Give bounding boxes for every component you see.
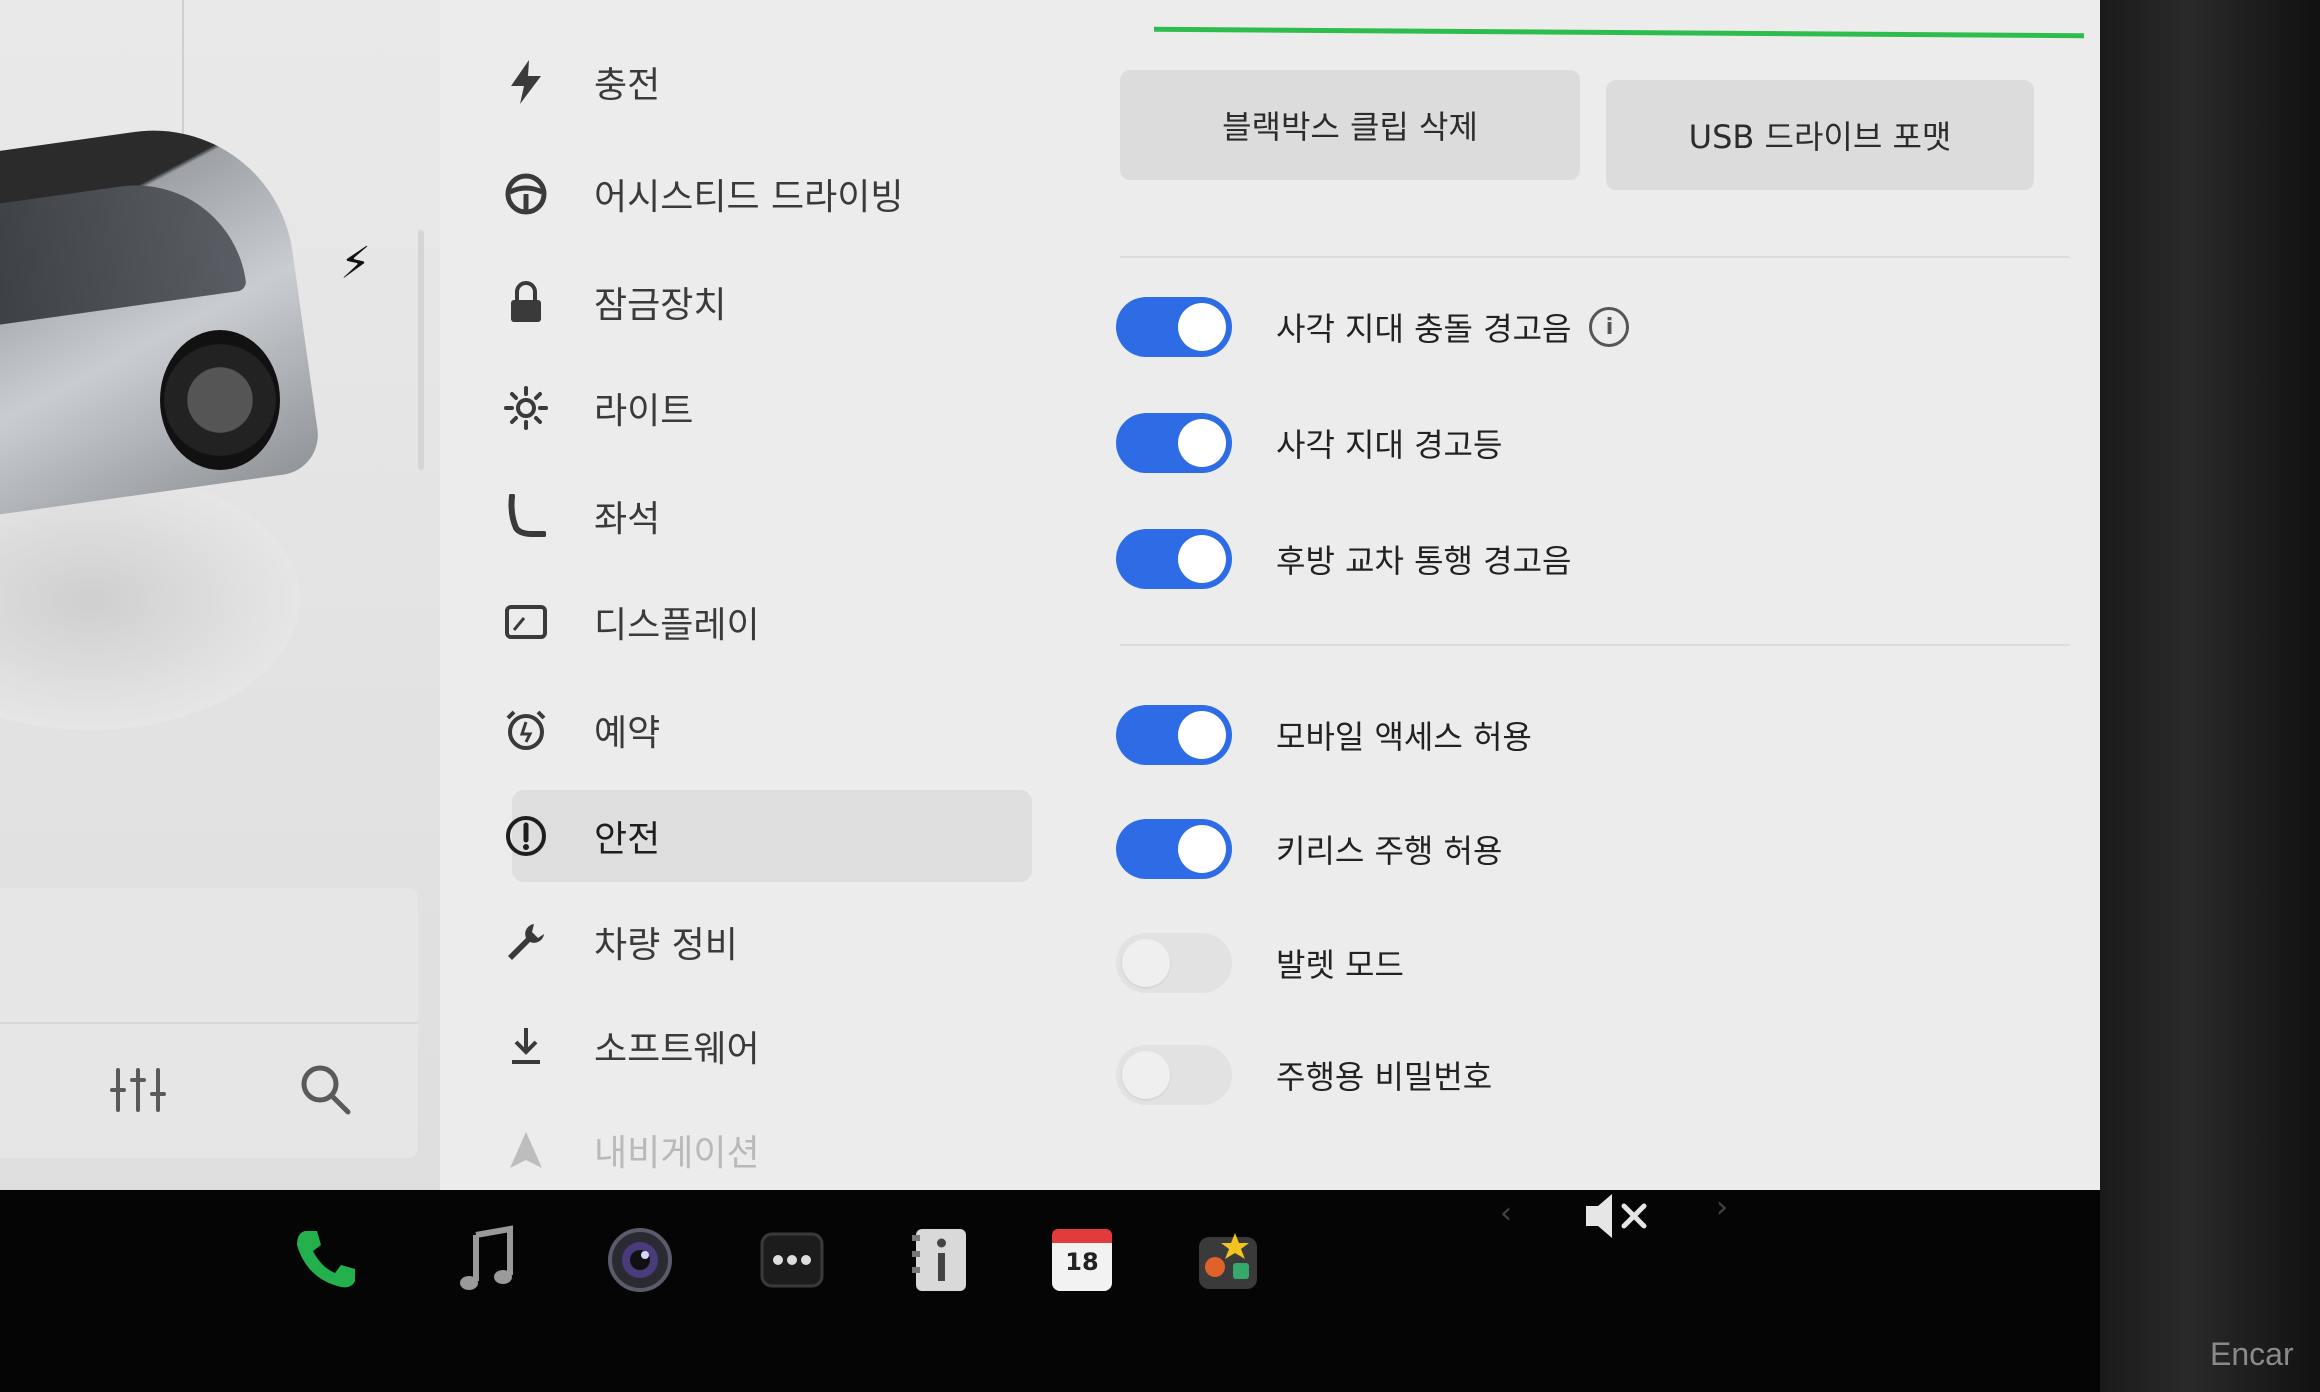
charging-bolt-icon[interactable]: ⚡︎ — [340, 238, 371, 289]
setting-blind-spot-chime: 사각 지대 충돌 경고음 i — [1116, 292, 1630, 362]
display-icon — [498, 594, 554, 650]
calendar-icon[interactable]: 18 — [1042, 1220, 1122, 1300]
alarm-clock-icon — [498, 702, 554, 758]
menu-item-safety[interactable]: 안전 — [506, 790, 1032, 882]
setting-blind-spot-light: 사각 지대 경고등 — [1116, 408, 1502, 478]
setting-label: 모바일 액세스 허용 — [1276, 718, 1532, 756]
sliders-icon[interactable] — [108, 1060, 168, 1120]
seat-icon — [498, 488, 554, 544]
display-bezel — [2100, 0, 2320, 1392]
menu-item-label: 안전 — [594, 819, 661, 860]
setting-keyless-driving: 키리스 주행 허용 — [1116, 814, 1502, 884]
setting-label: 사각 지대 경고등 — [1276, 426, 1503, 464]
panel-divider — [182, 0, 184, 150]
steering-wheel-icon — [498, 166, 554, 222]
charge-progress-line — [1153, 26, 2085, 39]
setting-mobile-access: 모바일 액세스 허용 — [1116, 700, 1532, 770]
format-usb-drive-button[interactable]: USB 드라이브 포맷 — [1606, 80, 2034, 190]
car-wheel — [160, 330, 280, 470]
pin-to-drive-toggle[interactable] — [1116, 1045, 1232, 1105]
safety-settings-pane: 블랙박스 클립 삭제 USB 드라이브 포맷 사각 지대 충돌 경고음 i 사각… — [1090, 0, 2100, 1190]
download-icon — [498, 1018, 554, 1074]
menu-item-label: 어시스티드 드라이빙 — [594, 177, 904, 218]
car-shadow — [0, 470, 300, 730]
car-panel-scrollbar[interactable] — [418, 230, 424, 470]
menu-item-navigation[interactable]: 내비게이션 — [510, 1104, 1032, 1190]
chevron-left-icon[interactable]: ‹ — [1500, 1196, 1512, 1231]
menu-item-service[interactable]: 차량 정비 — [508, 896, 1032, 988]
wrench-icon — [498, 914, 554, 970]
setting-pin-to-drive: 주행용 비밀번호 — [1116, 1040, 1492, 1110]
menu-item-charging[interactable]: 충전 — [511, 36, 1032, 128]
setting-label: 키리스 주행 허용 — [1276, 832, 1503, 870]
setting-label: 발렛 모드 — [1276, 946, 1404, 984]
car-image[interactable] — [0, 112, 324, 528]
sun-icon — [498, 380, 554, 436]
music-icon[interactable] — [446, 1220, 526, 1300]
owners-manual-icon[interactable] — [900, 1220, 980, 1300]
calendar-day: 18 — [1065, 1248, 1099, 1276]
menu-item-assisted-driving[interactable]: 어시스티드 드라이빙 — [505, 148, 1032, 240]
valet-mode-toggle[interactable] — [1116, 933, 1232, 993]
lock-icon — [498, 274, 554, 330]
alert-circle-icon — [498, 808, 554, 864]
keyless-driving-toggle[interactable] — [1116, 819, 1232, 879]
mobile-access-toggle[interactable] — [1116, 705, 1232, 765]
games-icon[interactable] — [1188, 1220, 1268, 1300]
setting-rear-cross-traffic: 후방 교차 통행 경고음 — [1116, 524, 1571, 594]
navigation-icon — [498, 1122, 554, 1178]
car-panel: ⚡︎ — [0, 0, 440, 1190]
menu-item-label: 예약 — [594, 713, 661, 754]
info-icon[interactable]: i — [1589, 307, 1630, 347]
settings-menu: 충전 어시스티드 드라이빙 잠금장치 라이트 좌석 디스플레이 예약 안전 차량… — [448, 0, 1068, 1190]
menu-item-lights[interactable]: 라이트 — [504, 362, 1032, 454]
menu-item-label: 잠금장치 — [594, 285, 727, 326]
chevron-right-icon[interactable]: › — [1716, 1190, 1728, 1225]
setting-label: 사각 지대 충돌 경고음 — [1276, 310, 1572, 348]
card-divider — [0, 1022, 418, 1024]
menu-item-label: 라이트 — [594, 391, 694, 432]
setting-label: 주행용 비밀번호 — [1276, 1058, 1493, 1096]
menu-item-locks[interactable]: 잠금장치 — [511, 256, 1032, 348]
clear-dashcam-clips-button[interactable]: 블랙박스 클립 삭제 — [1120, 70, 1580, 180]
setting-label: 후방 교차 통행 경고음 — [1276, 542, 1572, 580]
section-divider — [1120, 256, 2070, 258]
volume-mute-icon[interactable] — [1582, 1186, 1652, 1246]
blind-spot-chime-toggle[interactable] — [1116, 297, 1232, 357]
screen: ⚡︎ 충전 어시스티드 드라이빙 잠금장치 라이트 좌석 디스플레이 예약 안전… — [0, 0, 2100, 1190]
rear-cross-traffic-toggle[interactable] — [1116, 529, 1232, 589]
menu-item-schedule[interactable]: 예약 — [506, 684, 1032, 776]
menu-item-display[interactable]: 디스플레이 — [505, 576, 1032, 668]
bolt-icon — [498, 54, 554, 110]
menu-item-software[interactable]: 소프트웨어 — [512, 1000, 1032, 1092]
menu-item-label: 차량 정비 — [594, 925, 738, 966]
search-icon[interactable] — [296, 1060, 356, 1120]
setting-valet-mode: 발렛 모드 — [1116, 928, 1404, 998]
camera-icon[interactable] — [600, 1220, 680, 1300]
blind-spot-light-toggle[interactable] — [1116, 413, 1232, 473]
menu-item-label: 좌석 — [594, 499, 661, 540]
menu-item-label: 내비게이션 — [594, 1133, 760, 1174]
menu-item-seats[interactable]: 좌석 — [508, 470, 1032, 562]
watermark: Encar — [2210, 1336, 2294, 1372]
section-divider — [1120, 644, 2070, 646]
phone-icon[interactable] — [286, 1220, 366, 1300]
more-icon[interactable] — [752, 1220, 832, 1300]
menu-item-label: 충전 — [594, 65, 661, 106]
menu-item-label: 디스플레이 — [594, 605, 760, 646]
menu-item-label: 소프트웨어 — [594, 1029, 760, 1070]
